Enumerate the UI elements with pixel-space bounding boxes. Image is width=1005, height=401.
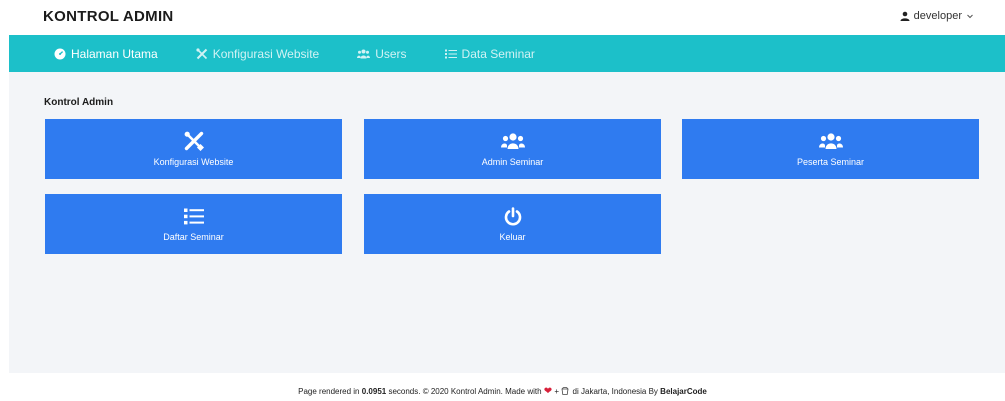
nav-item-halaman-utama[interactable]: Halaman Utama	[54, 47, 158, 61]
tile-label: Keluar	[499, 232, 526, 242]
nav-item-label: Halaman Utama	[71, 46, 158, 61]
nav-item-label: Data Seminar	[461, 46, 535, 61]
tile-label: Daftar Seminar	[163, 232, 224, 242]
main-content: Kontrol Admin Konfigurasi Website Admin …	[9, 72, 1005, 373]
list-icon	[444, 49, 457, 58]
nav-item-data-seminar[interactable]: Data Seminar	[444, 46, 535, 61]
dashboard-icon	[54, 48, 66, 59]
chevron-down-icon	[967, 14, 973, 19]
tile-konfigurasi-website[interactable]: Konfigurasi Website	[45, 119, 342, 179]
footer-author-link[interactable]: BelajarCode	[660, 387, 707, 396]
tools-icon	[184, 131, 204, 151]
top-bar: KONTROL ADMIN developer	[0, 0, 1005, 36]
tile-label: Peserta Seminar	[796, 157, 865, 167]
tile-label: Admin Seminar	[481, 157, 544, 167]
user-name: developer	[913, 10, 962, 22]
footer-plus: +	[554, 387, 560, 396]
user-menu[interactable]: developer	[900, 10, 974, 22]
main-navbar: Halaman Utama Konfigurasi Website Users	[9, 35, 1005, 72]
tile-daftar-seminar[interactable]: Daftar Seminar	[45, 194, 342, 254]
users-icon	[500, 133, 525, 149]
nav-item-konfigurasi-website[interactable]: Konfigurasi Website	[196, 46, 320, 61]
footer: Page rendered in 0.0951 seconds. © 2020 …	[0, 386, 1005, 397]
nav-item-label: Users	[375, 46, 407, 61]
footer-middle: seconds. © 2020 Kontrol Admin. Made with	[388, 387, 542, 396]
users-icon	[357, 49, 371, 58]
coffee-icon	[561, 386, 569, 395]
brand-title[interactable]: KONTROL ADMIN	[43, 8, 174, 25]
heart-icon: ❤	[543, 386, 553, 397]
list-icon	[183, 208, 204, 224]
nav-item-label: Konfigurasi Website	[212, 46, 320, 61]
power-icon	[504, 206, 521, 225]
tools-icon	[196, 47, 207, 59]
tile-label: Konfigurasi Website	[153, 157, 234, 167]
render-time: 0.0951	[361, 387, 387, 396]
tile-keluar[interactable]: Keluar	[364, 194, 661, 254]
users-icon	[818, 133, 843, 149]
tile-admin-seminar[interactable]: Admin Seminar	[364, 119, 661, 179]
tile-peserta-seminar[interactable]: Peserta Seminar	[682, 119, 979, 179]
section-title: Kontrol Admin	[44, 97, 114, 108]
footer-location: di Jakarta, Indonesia By	[572, 387, 658, 396]
user-icon	[900, 11, 910, 21]
nav-item-users[interactable]: Users	[357, 46, 407, 61]
footer-prefix: Page rendered in	[298, 387, 360, 396]
